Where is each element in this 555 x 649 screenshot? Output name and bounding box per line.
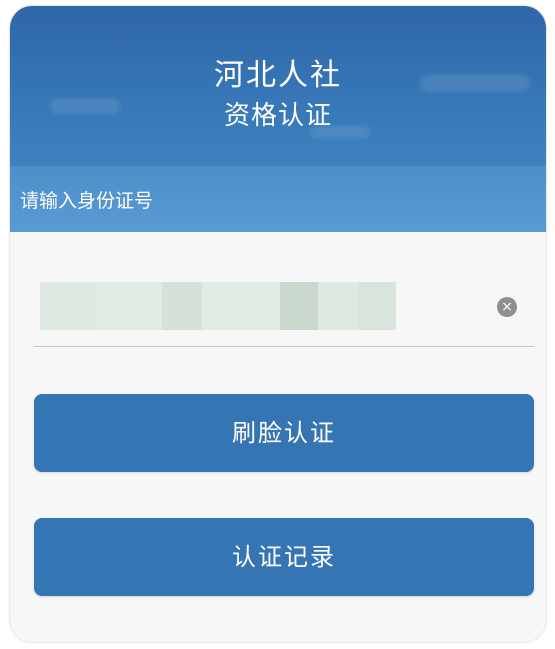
auth-records-button[interactable]: 认证记录 [34, 518, 534, 596]
prompt-bar: 请输入身份证号 [10, 166, 546, 232]
app-subtitle: 资格认证 [223, 101, 332, 131]
app-title: 河北人社 [214, 58, 342, 93]
id-prompt-label: 请输入身份证号 [20, 190, 154, 212]
id-number-input[interactable]: × [34, 274, 534, 347]
dialog-card: 河北人社 资格认证 请输入身份证号 × 刷脸认证 认证记录 [10, 6, 546, 642]
masked-id-value [40, 282, 396, 330]
header-banner: 河北人社 资格认证 [10, 6, 546, 166]
clear-icon[interactable]: × [497, 297, 517, 317]
face-auth-button[interactable]: 刷脸认证 [34, 394, 534, 472]
